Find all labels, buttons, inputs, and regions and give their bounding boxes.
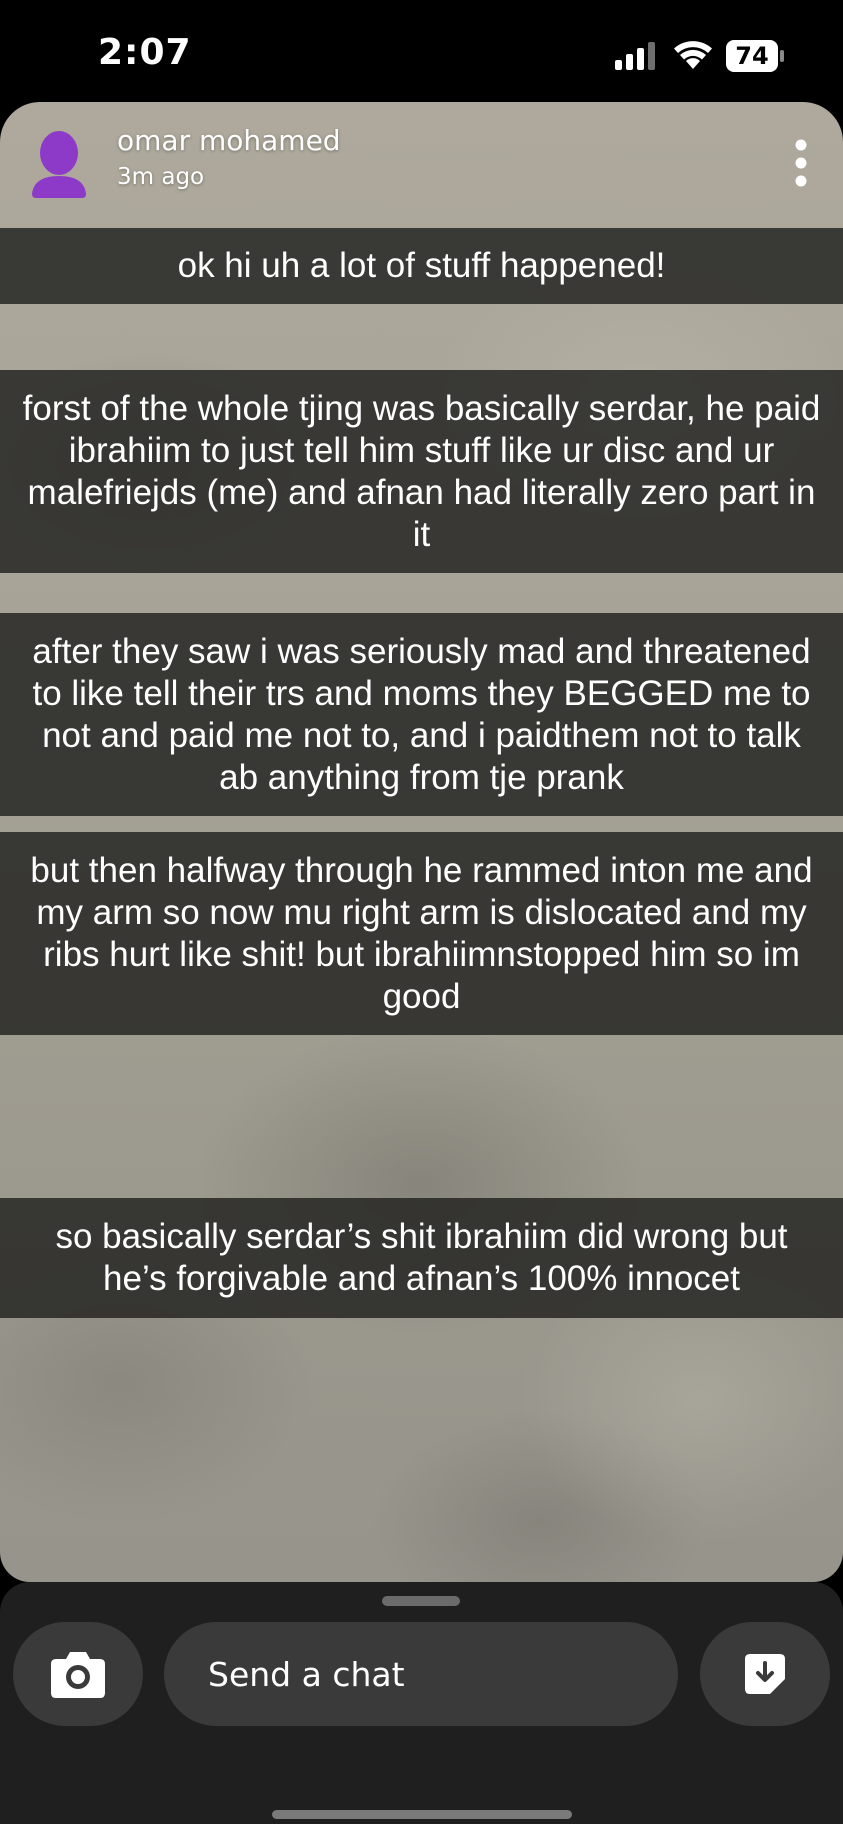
battery-level: 74 [735,42,769,70]
caption-text: but then halfway through he rammed inton… [30,850,813,1016]
battery-icon: 74 [726,40,786,72]
sticker-icon [745,1654,785,1694]
status-bar: 2:07 74 [0,0,843,100]
snap-view[interactable]: omar mohamed 3m ago ok hi uh a lot of st… [0,102,843,1582]
status-time: 2:07 [98,32,192,73]
more-icon[interactable] [788,138,814,188]
caption-text: ok hi uh a lot of stuff happened! [177,246,666,285]
drag-handle[interactable] [382,1596,460,1606]
signal-icon [615,42,655,70]
chat-input[interactable] [164,1622,678,1726]
caption-text: forst of the whole tjing was basically s… [22,388,821,554]
wifi-icon [674,41,712,69]
camera-icon [51,1652,105,1698]
screen: 2:07 74 omar mohamed 3m ago ok hi uh a l… [0,0,843,1824]
snap-caption: forst of the whole tjing was basically s… [0,370,843,573]
sender-name[interactable]: omar mohamed [117,124,341,157]
camera-button[interactable] [13,1622,143,1726]
chat-bar [0,1582,843,1824]
avatar-icon[interactable] [30,128,88,200]
snap-caption: so basically serdar’s shit ibrahiim did … [0,1198,843,1318]
caption-text: so basically serdar’s shit ibrahiim did … [55,1217,788,1298]
home-indicator [272,1810,572,1819]
snap-time-ago: 3m ago [117,164,205,190]
sticker-button[interactable] [700,1622,830,1726]
snap-caption: but then halfway through he rammed inton… [0,832,843,1035]
snap-caption: after they saw i was seriously mad and t… [0,613,843,816]
caption-text: after they saw i was seriously mad and t… [32,631,811,797]
sender-header: omar mohamed 3m ago [0,102,843,222]
snap-caption: ok hi uh a lot of stuff happened! [0,228,843,304]
